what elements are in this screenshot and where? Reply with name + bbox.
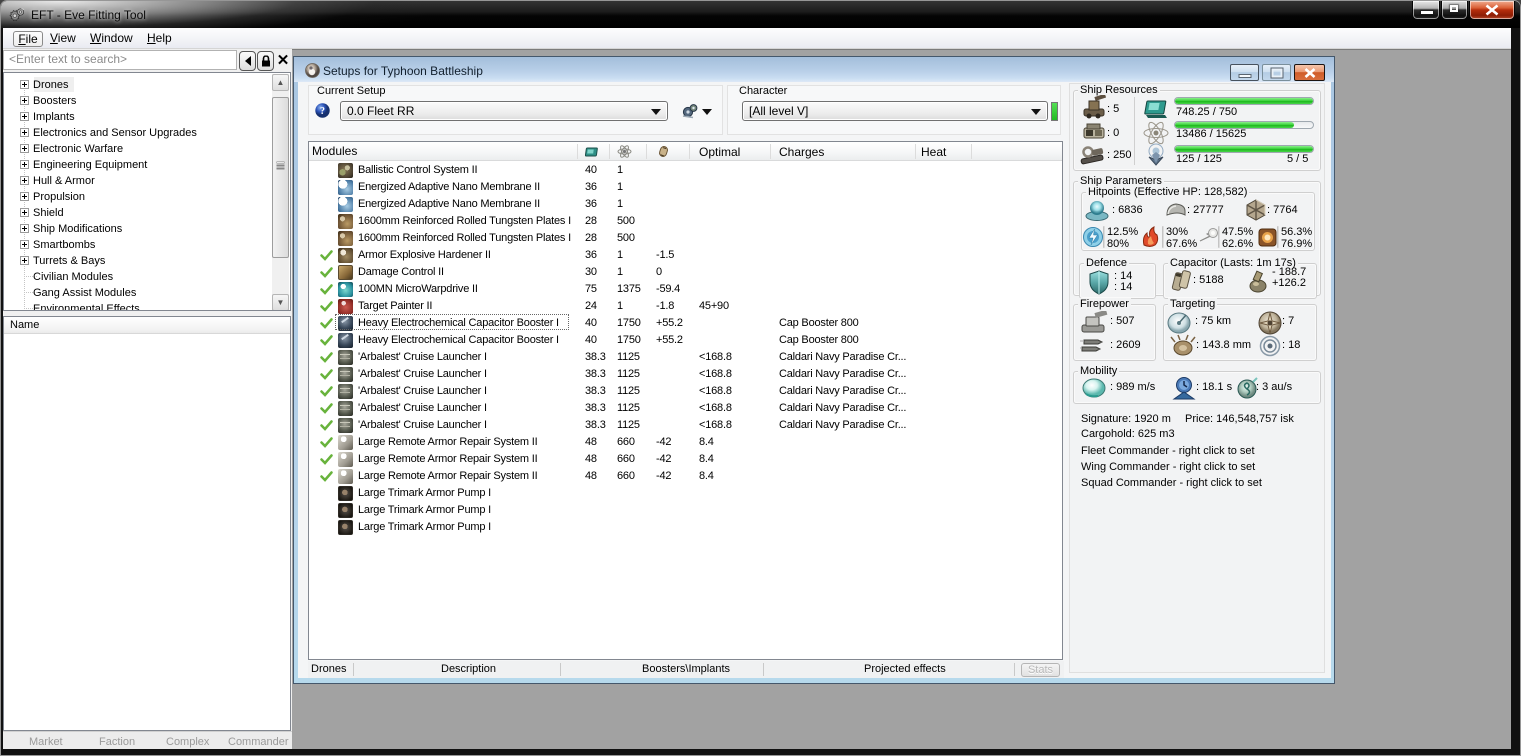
svg-text:?: ? xyxy=(320,106,325,117)
